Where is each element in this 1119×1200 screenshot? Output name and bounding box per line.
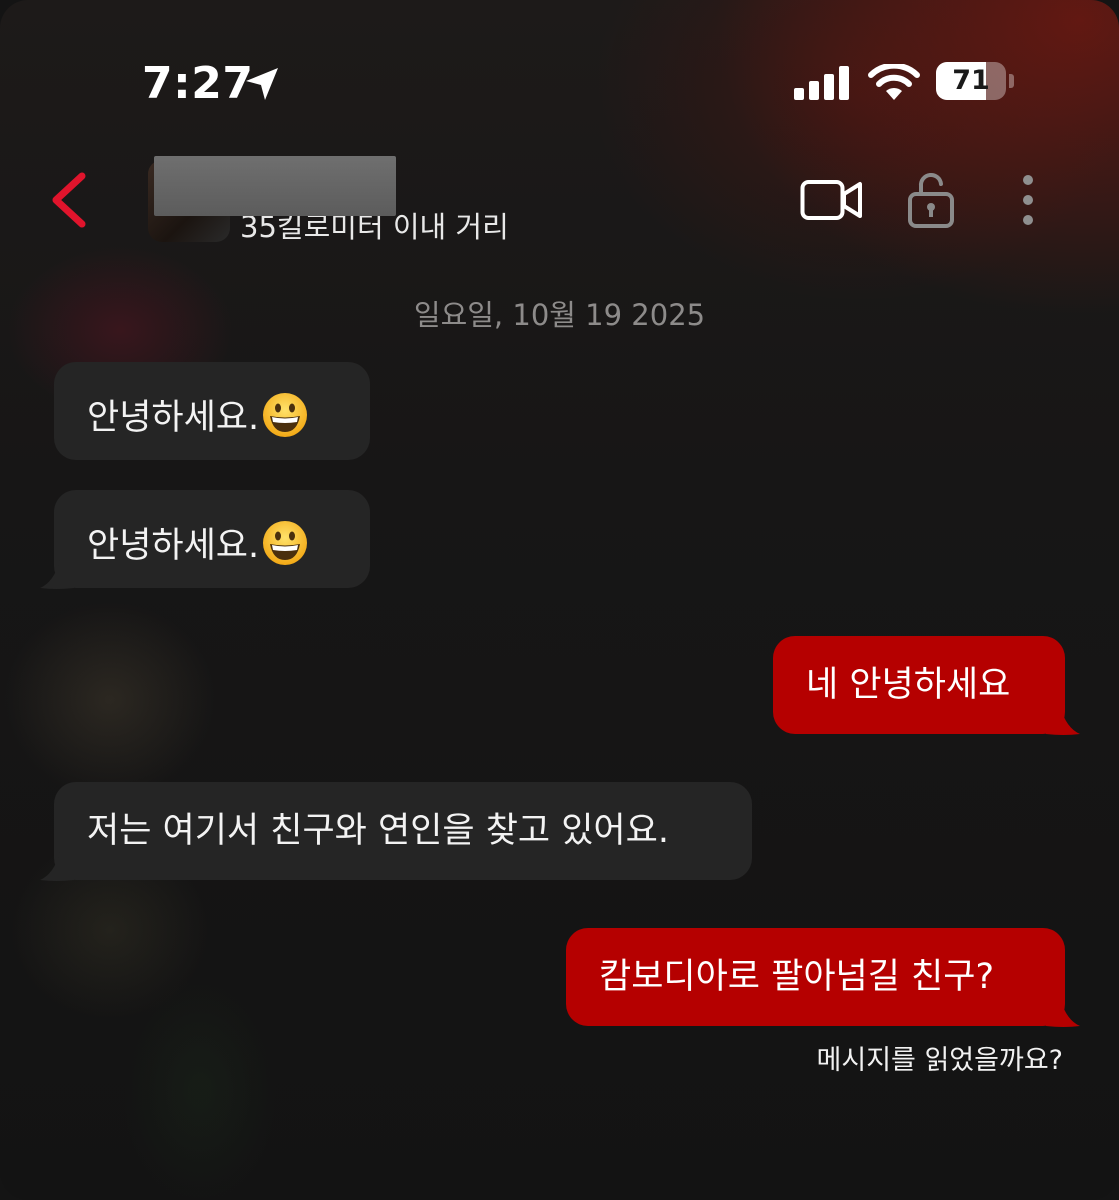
- message-text: 저는 여기서 친구와 연인을 찾고 있어요.: [87, 811, 669, 851]
- outgoing-message-bubble[interactable]: 네 안녕하세요: [773, 636, 1065, 734]
- battery-percentage: 71: [952, 65, 990, 96]
- incoming-message-bubble[interactable]: 저는 여기서 친구와 연인을 찾고 있어요.: [54, 782, 752, 880]
- redacted-contact-name: [154, 156, 396, 216]
- outgoing-bubble-tail: [1046, 706, 1080, 735]
- incoming-bubble-tail: [40, 560, 74, 589]
- wifi-icon: [868, 64, 920, 100]
- back-chevron-icon[interactable]: [48, 172, 88, 228]
- message-text: 캄보디아로 팔아넘길 친구?: [599, 957, 995, 997]
- unlocked-padlock-icon[interactable]: [906, 172, 956, 228]
- date-separator: 일요일, 10월 19 2025: [413, 298, 706, 332]
- outgoing-bubble-tail: [1046, 998, 1080, 1027]
- grinning-face-emoji-icon: [263, 393, 308, 437]
- message-text: 안녕하세요.: [87, 398, 260, 438]
- incoming-bubble-tail: [40, 852, 74, 881]
- outgoing-message-bubble[interactable]: 캄보디아로 팔아넘길 친구?: [566, 928, 1065, 1026]
- more-options-icon[interactable]: [1014, 174, 1042, 226]
- video-call-icon[interactable]: [800, 178, 864, 222]
- incoming-message-bubble[interactable]: 안녕하세요.: [54, 362, 370, 460]
- read-receipt-status: 메시지를 읽었을까요?: [816, 1045, 1063, 1076]
- location-arrow-icon: [246, 68, 278, 100]
- message-text: 안녕하세요.: [87, 526, 260, 566]
- battery-indicator: 71: [936, 62, 1014, 100]
- status-time: 7:27: [142, 58, 254, 109]
- incoming-message-bubble[interactable]: 안녕하세요.: [54, 490, 370, 588]
- grinning-face-emoji-icon: [263, 521, 308, 565]
- cellular-signal-icon: [794, 66, 849, 100]
- message-text: 네 안녕하세요: [806, 665, 1011, 705]
